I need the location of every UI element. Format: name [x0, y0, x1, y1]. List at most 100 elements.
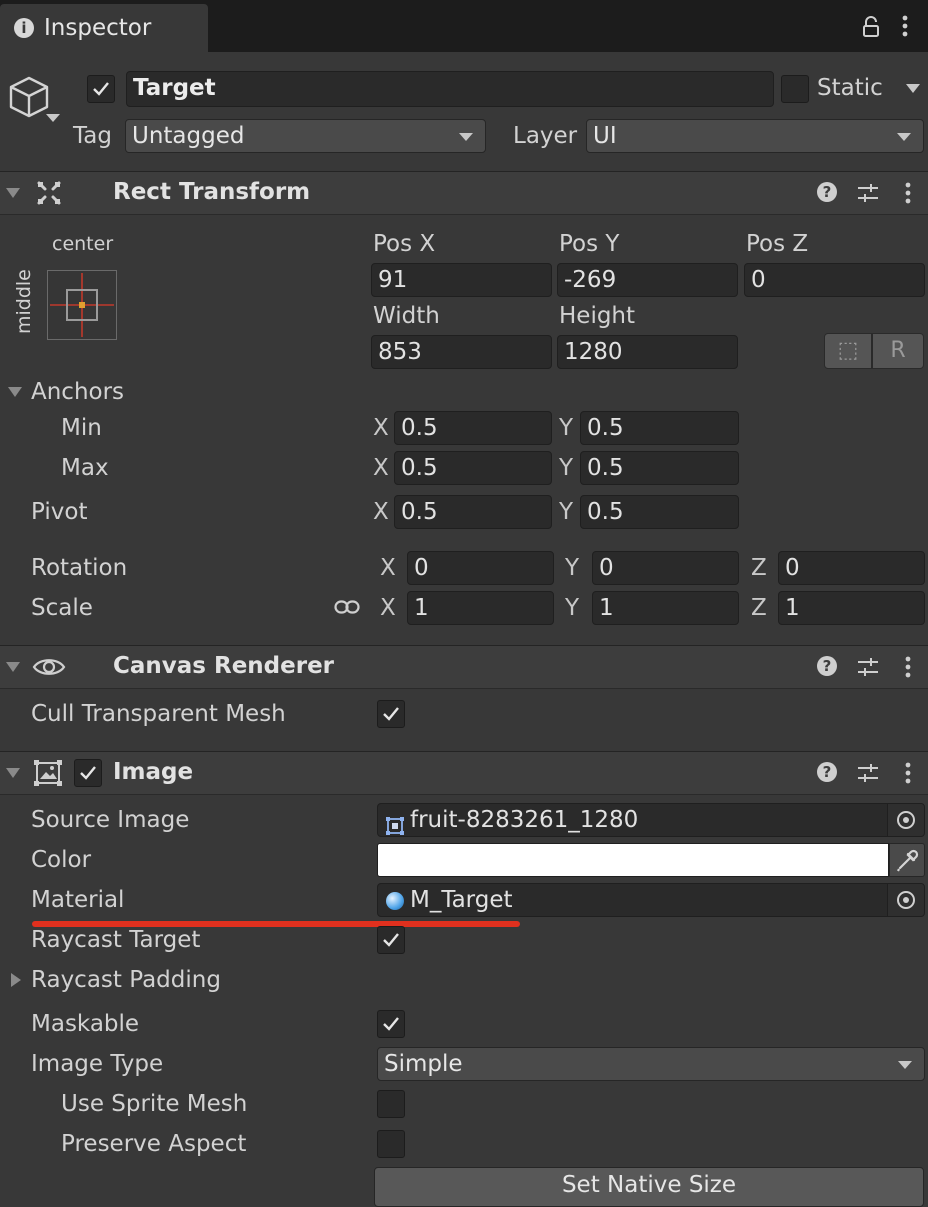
scale-label: Scale: [31, 595, 93, 621]
help-icon[interactable]: ?: [817, 656, 837, 676]
pivot-x-axis: X: [373, 499, 389, 525]
source-image-field[interactable]: fruit-8283261_1280: [377, 803, 925, 837]
anchor-preset-top-label: center: [52, 233, 114, 255]
rotation-y-input[interactable]: 0: [592, 551, 739, 585]
anchor-min-label: Min: [61, 415, 102, 441]
rotation-y-value: 0: [599, 555, 614, 581]
link-icon[interactable]: [334, 597, 360, 623]
inspector-tab-bar: i Inspector: [0, 0, 928, 52]
rect-transform-title: Rect Transform: [113, 179, 311, 205]
set-native-size-label: Set Native Size: [561, 1172, 737, 1198]
pos-z-input[interactable]: 0: [744, 263, 925, 297]
image-title: Image: [113, 759, 194, 785]
rotation-x-value: 0: [414, 555, 429, 581]
image-enabled-checkbox[interactable]: [74, 759, 102, 787]
pos-y-label: Pos Y: [559, 231, 620, 257]
material-field[interactable]: M_Target: [377, 883, 925, 917]
image-type-label: Image Type: [31, 1051, 164, 1077]
raw-edit-button[interactable]: R: [872, 333, 924, 369]
anchor-preset-button[interactable]: [47, 270, 117, 340]
image-header[interactable]: Image ?: [0, 751, 928, 795]
chevron-down-icon: [459, 133, 473, 141]
anchor-min-x-input[interactable]: 0.5: [394, 411, 552, 445]
scale-x-input[interactable]: 1: [407, 591, 554, 625]
image-type-dropdown[interactable]: Simple: [377, 1047, 925, 1081]
inspector-tab-label: Inspector: [44, 15, 152, 41]
preset-sliders-icon[interactable]: [857, 656, 879, 684]
chevron-down-icon: [897, 133, 911, 141]
layer-label: Layer: [513, 123, 578, 149]
anchors-label[interactable]: Anchors: [31, 377, 124, 407]
cube-dropdown-icon[interactable]: [46, 114, 60, 122]
object-picker-icon[interactable]: [887, 804, 924, 836]
cull-transparent-mesh-checkbox[interactable]: [377, 700, 405, 728]
object-name-input[interactable]: Target: [126, 71, 774, 107]
preserve-aspect-checkbox[interactable]: [377, 1130, 405, 1158]
use-sprite-mesh-checkbox[interactable]: [377, 1090, 405, 1118]
pivot-x-input[interactable]: 0.5: [394, 495, 552, 529]
layer-dropdown[interactable]: UI: [586, 119, 924, 153]
component-menu-icon[interactable]: [903, 655, 913, 685]
pos-z-value: 0: [751, 267, 766, 293]
eyedropper-icon[interactable]: [889, 843, 925, 877]
anchor-max-x-axis: X: [373, 455, 389, 481]
anchor-min-x-axis: X: [373, 415, 389, 441]
help-icon[interactable]: ?: [817, 762, 837, 782]
anchor-max-x-input[interactable]: 0.5: [394, 451, 552, 485]
maskable-checkbox[interactable]: [377, 1010, 405, 1038]
set-native-size-button[interactable]: Set Native Size: [374, 1167, 924, 1207]
help-icon[interactable]: ?: [817, 182, 837, 202]
object-picker-icon[interactable]: [887, 884, 924, 916]
scale-z-input[interactable]: 1: [778, 591, 925, 625]
width-value: 853: [378, 339, 422, 365]
preset-sliders-icon[interactable]: [857, 182, 879, 210]
rect-transform-header[interactable]: Rect Transform ?: [0, 171, 928, 215]
rect-transform-icon: [36, 180, 62, 212]
component-menu-icon[interactable]: [903, 761, 913, 791]
pivot-y-input[interactable]: 0.5: [580, 495, 739, 529]
width-label: Width: [373, 303, 440, 329]
kebab-menu-icon[interactable]: [900, 14, 910, 44]
raw-edit-label: R: [890, 338, 906, 363]
pivot-y-value: 0.5: [587, 499, 624, 525]
scale-y-axis: Y: [565, 595, 580, 621]
anchor-min-y-input[interactable]: 0.5: [580, 411, 739, 445]
width-input[interactable]: 853: [371, 335, 552, 369]
raycast-padding-foldout-icon[interactable]: [11, 973, 21, 987]
color-label: Color: [31, 847, 92, 873]
pos-x-input[interactable]: 91: [371, 263, 552, 297]
scale-x-axis: X: [380, 595, 396, 621]
source-image-label: Source Image: [31, 807, 190, 833]
raycast-padding-label[interactable]: Raycast Padding: [31, 965, 221, 995]
rotation-z-value: 0: [785, 555, 800, 581]
color-swatch[interactable]: [377, 843, 889, 877]
preset-sliders-icon[interactable]: [857, 762, 879, 790]
lock-icon[interactable]: [862, 16, 880, 44]
canvas-renderer-title: Canvas Renderer: [113, 653, 335, 679]
raycast-target-checkbox[interactable]: [377, 926, 405, 954]
blueprint-mode-button[interactable]: ⬚: [824, 333, 872, 369]
static-checkbox[interactable]: [781, 75, 809, 103]
source-image-value: fruit-8283261_1280: [410, 807, 639, 833]
foldout-arrow-icon[interactable]: [6, 768, 20, 778]
foldout-arrow-icon[interactable]: [6, 662, 20, 672]
pos-y-input[interactable]: -269: [557, 263, 738, 297]
anchors-foldout-icon[interactable]: [8, 387, 22, 397]
scale-y-input[interactable]: 1: [592, 591, 739, 625]
scale-y-value: 1: [599, 595, 614, 621]
material-value: M_Target: [410, 887, 513, 913]
scale-z-axis: Z: [751, 595, 767, 621]
rotation-z-input[interactable]: 0: [778, 551, 925, 585]
foldout-arrow-icon[interactable]: [6, 188, 20, 198]
inspector-tab[interactable]: i Inspector: [0, 4, 208, 52]
anchor-max-y-input[interactable]: 0.5: [580, 451, 739, 485]
static-dropdown-icon[interactable]: [906, 84, 920, 93]
canvas-renderer-header[interactable]: Canvas Renderer ?: [0, 645, 928, 689]
component-menu-icon[interactable]: [903, 181, 913, 211]
height-input[interactable]: 1280: [557, 335, 738, 369]
active-checkbox[interactable]: [87, 75, 115, 103]
tag-dropdown[interactable]: Untagged: [125, 119, 486, 153]
tag-value: Untagged: [132, 123, 245, 149]
static-label: Static: [817, 75, 883, 101]
rotation-x-input[interactable]: 0: [407, 551, 554, 585]
